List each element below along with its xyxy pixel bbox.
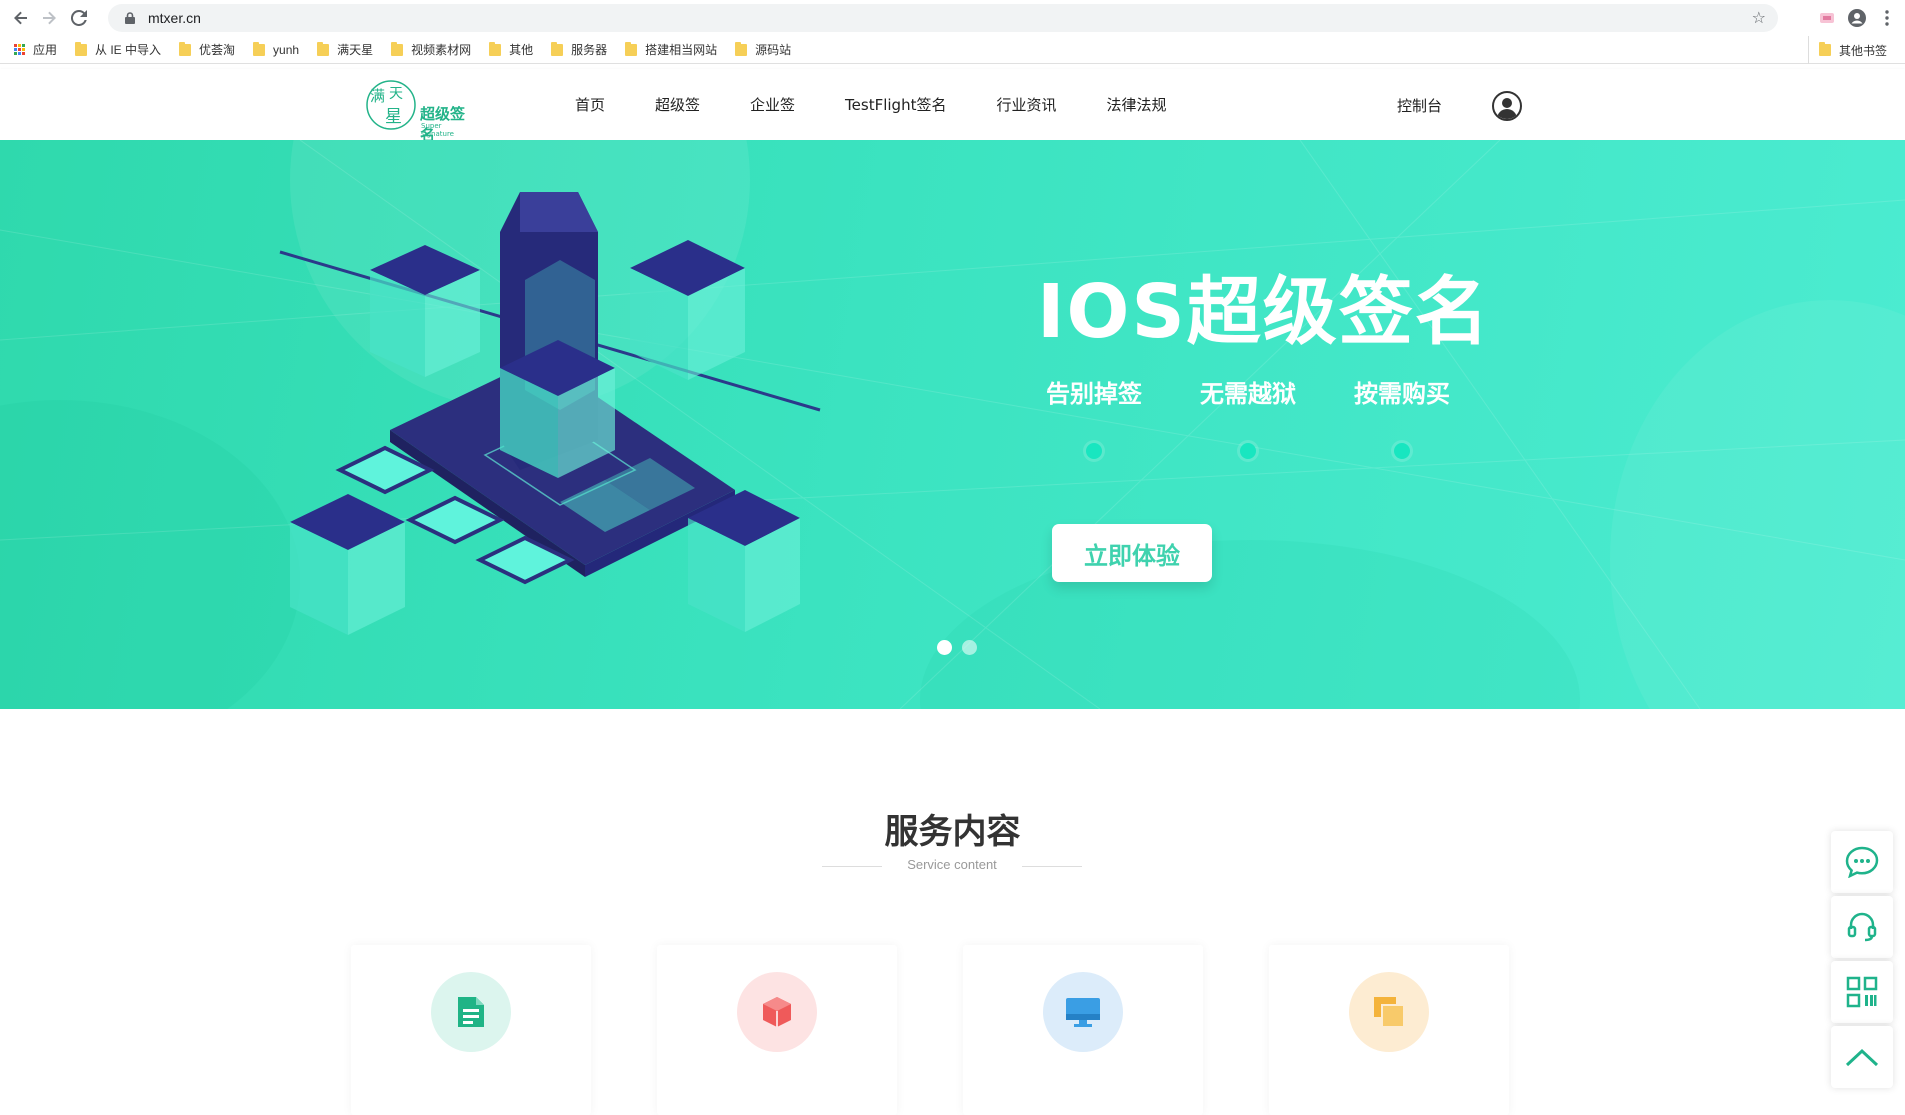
hero-title: IOS超级签名 [1037, 269, 1491, 355]
bookmark-folder[interactable]: 服务器 [551, 41, 607, 58]
svg-text:满: 满 [370, 87, 385, 105]
headset-icon[interactable] [1831, 896, 1893, 958]
feature-dot [1394, 443, 1410, 459]
nav-home[interactable]: 首页 [575, 94, 605, 115]
bookmark-folder[interactable]: 搭建相当网站 [625, 41, 717, 58]
bookmark-folder[interactable]: 视频素材网 [391, 41, 471, 58]
chat-icon[interactable] [1831, 831, 1893, 893]
feature-item: 告别掉签 [1042, 374, 1146, 459]
carousel-dot-active[interactable] [937, 640, 952, 655]
feature-dot [1086, 443, 1102, 459]
feature-item: 按需购买 [1350, 374, 1454, 459]
site-header: 满 天 星 超级签名 Super signature 首页 超级签 企业签 Te… [0, 69, 1905, 144]
user-avatar-icon[interactable] [1492, 91, 1522, 121]
console-link[interactable]: 控制台 [1397, 95, 1442, 116]
folder-icon [179, 41, 192, 56]
nav-super-sign[interactable]: 超级签 [655, 94, 700, 115]
nav-legal[interactable]: 法律法规 [1106, 94, 1166, 115]
bookmark-label: 其他 [509, 43, 534, 57]
cube-icon [737, 972, 817, 1052]
folder-icon [735, 41, 748, 56]
nav-enterprise-sign[interactable]: 企业签 [750, 94, 795, 115]
url-text: mtxer.cn [148, 10, 201, 26]
hero-background [0, 140, 1905, 709]
forward-icon[interactable] [36, 5, 62, 31]
folder-icon [391, 41, 404, 56]
services-title: 服务内容 [884, 812, 1021, 852]
back-icon[interactable] [8, 5, 34, 31]
bookmark-folder[interactable]: 源码站 [735, 41, 791, 58]
nav-testflight[interactable]: TestFlight签名 [845, 94, 946, 115]
document-icon [431, 972, 511, 1052]
bookmark-label: 视频素材网 [411, 43, 472, 57]
bookmark-label: 源码站 [755, 43, 792, 57]
bookmark-label: 满天星 [337, 43, 374, 57]
bookmark-folder[interactable]: 其他 [489, 41, 533, 58]
service-card[interactable] [963, 945, 1203, 1115]
folder-icon [253, 41, 266, 56]
other-bookmarks[interactable]: 其他书签 [1807, 36, 1887, 64]
feature-label: 按需购买 [1354, 380, 1450, 408]
site-logo[interactable]: 满 天 星 超级签名 Super signature [365, 77, 475, 144]
logo-emblem: 满 天 星 [366, 80, 416, 130]
svg-text:星: 星 [385, 107, 402, 127]
hero-banner: IOS超级签名 告别掉签 无需越狱 按需购买 立即体验 [0, 140, 1905, 709]
try-now-button[interactable]: 立即体验 [1052, 524, 1212, 582]
carousel-dot[interactable] [962, 640, 977, 655]
address-bar[interactable]: mtxer.cn ☆ [108, 4, 1778, 32]
floating-sidebar [1831, 831, 1893, 1091]
service-cards [351, 945, 1509, 1115]
apps-grid-icon [14, 44, 25, 55]
profile-icon[interactable] [1847, 8, 1867, 28]
service-card[interactable] [351, 945, 591, 1115]
svg-text:天: 天 [389, 86, 403, 102]
folder-icon [1818, 42, 1831, 56]
folder-icon [317, 41, 330, 56]
bookmark-label: 应用 [33, 43, 58, 57]
bookmark-star-icon[interactable]: ☆ [1752, 8, 1766, 27]
back-to-top-icon[interactable] [1831, 1026, 1893, 1088]
folder-icon [551, 41, 564, 56]
bookmark-folder[interactable]: 满天星 [317, 41, 373, 58]
feature-label: 告别掉签 [1046, 380, 1142, 408]
bookmark-folder[interactable]: 从 IE 中导入 [75, 41, 161, 58]
feature-dot [1240, 443, 1256, 459]
service-card[interactable] [1269, 945, 1509, 1115]
logo-subtitle: Super signature [421, 122, 454, 138]
monitor-icon [1043, 972, 1123, 1052]
bookmark-label: 服务器 [571, 43, 608, 57]
feature-label: 无需越狱 [1200, 380, 1296, 408]
qrcode-icon[interactable] [1831, 961, 1893, 1023]
services-subtitle: Service content [822, 857, 1082, 872]
bookmark-label: 从 IE 中导入 [95, 43, 162, 57]
layers-icon [1349, 972, 1429, 1052]
lock-icon [122, 10, 138, 26]
bookmark-folder[interactable]: yunh [253, 41, 300, 57]
nav-news[interactable]: 行业资讯 [996, 94, 1056, 115]
menu-kebab-icon[interactable] [1877, 8, 1897, 28]
bookmark-label: yunh [273, 42, 300, 57]
bookmark-label: 优荟淘 [199, 43, 236, 57]
feature-item: 无需越狱 [1196, 374, 1300, 459]
bookmarks-bar: 应用 从 IE 中导入 优荟淘 yunh 满天星 视频素材网 其他 服务器 搭建… [0, 36, 1905, 64]
browser-toolbar: mtxer.cn ☆ [0, 0, 1905, 36]
extension-icon[interactable] [1817, 8, 1837, 28]
folder-icon [625, 41, 638, 56]
bookmark-folder[interactable]: 优荟淘 [179, 41, 235, 58]
folder-icon [75, 41, 88, 56]
hero-features: 告别掉签 无需越狱 按需购买 [1042, 374, 1454, 459]
service-card[interactable] [657, 945, 897, 1115]
reload-icon[interactable] [66, 5, 92, 31]
main-nav: 首页 超级签 企业签 TestFlight签名 行业资讯 法律法规 [575, 69, 1217, 140]
other-bookmarks-label: 其他书签 [1838, 43, 1887, 58]
bookmark-label: 搭建相当网站 [645, 43, 718, 57]
bookmark-apps[interactable]: 应用 [14, 41, 57, 58]
folder-icon [489, 41, 502, 56]
carousel-dots [937, 640, 977, 655]
